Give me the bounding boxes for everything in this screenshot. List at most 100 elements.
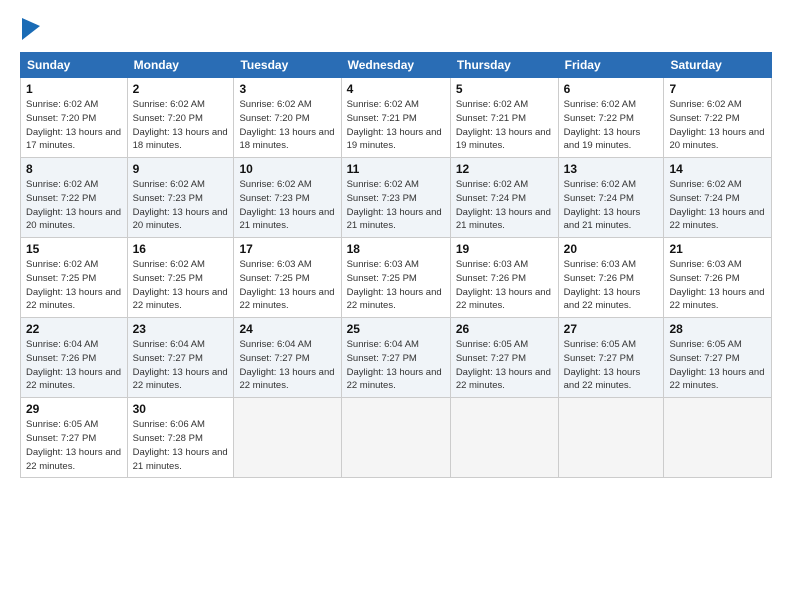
page: SundayMondayTuesdayWednesdayThursdayFrid… (0, 0, 792, 612)
calendar-cell: 15 Sunrise: 6:02 AMSunset: 7:25 PMDayligh… (21, 238, 128, 318)
day-detail: Sunrise: 6:02 AMSunset: 7:23 PMDaylight:… (239, 178, 335, 233)
day-number: 5 (456, 82, 553, 96)
col-header-thursday: Thursday (450, 53, 558, 78)
calendar-cell: 9 Sunrise: 6:02 AMSunset: 7:23 PMDaylight… (127, 158, 234, 238)
day-number: 22 (26, 322, 122, 336)
logo-icon (22, 18, 40, 40)
day-number: 1 (26, 82, 122, 96)
day-detail: Sunrise: 6:02 AMSunset: 7:23 PMDaylight:… (347, 178, 445, 233)
day-detail: Sunrise: 6:02 AMSunset: 7:24 PMDaylight:… (564, 178, 659, 233)
day-number: 10 (239, 162, 335, 176)
day-number: 23 (133, 322, 229, 336)
day-number: 16 (133, 242, 229, 256)
day-detail: Sunrise: 6:03 AMSunset: 7:26 PMDaylight:… (456, 258, 553, 313)
calendar-cell: 11 Sunrise: 6:02 AMSunset: 7:23 PMDayligh… (341, 158, 450, 238)
calendar-cell: 28 Sunrise: 6:05 AMSunset: 7:27 PMDayligh… (664, 318, 772, 398)
day-number: 15 (26, 242, 122, 256)
day-detail: Sunrise: 6:02 AMSunset: 7:25 PMDaylight:… (26, 258, 122, 313)
calendar-cell (234, 398, 341, 478)
week-row-3: 15 Sunrise: 6:02 AMSunset: 7:25 PMDayligh… (21, 238, 772, 318)
calendar-cell: 19 Sunrise: 6:03 AMSunset: 7:26 PMDayligh… (450, 238, 558, 318)
header-row: SundayMondayTuesdayWednesdayThursdayFrid… (21, 53, 772, 78)
day-detail: Sunrise: 6:02 AMSunset: 7:21 PMDaylight:… (456, 98, 553, 153)
day-detail: Sunrise: 6:03 AMSunset: 7:25 PMDaylight:… (347, 258, 445, 313)
day-number: 2 (133, 82, 229, 96)
day-number: 13 (564, 162, 659, 176)
day-detail: Sunrise: 6:05 AMSunset: 7:27 PMDaylight:… (669, 338, 766, 393)
day-detail: Sunrise: 6:02 AMSunset: 7:21 PMDaylight:… (347, 98, 445, 153)
day-detail: Sunrise: 6:02 AMSunset: 7:22 PMDaylight:… (564, 98, 659, 153)
day-detail: Sunrise: 6:02 AMSunset: 7:25 PMDaylight:… (133, 258, 229, 313)
day-number: 28 (669, 322, 766, 336)
day-number: 30 (133, 402, 229, 416)
day-number: 11 (347, 162, 445, 176)
day-number: 27 (564, 322, 659, 336)
calendar-table: SundayMondayTuesdayWednesdayThursdayFrid… (20, 52, 772, 478)
calendar-cell: 18 Sunrise: 6:03 AMSunset: 7:25 PMDayligh… (341, 238, 450, 318)
calendar-cell: 21Sunrise: 6:03 AMSunset: 7:26 PMDayligh… (664, 238, 772, 318)
col-header-sunday: Sunday (21, 53, 128, 78)
calendar-cell (450, 398, 558, 478)
calendar-cell: 13 Sunrise: 6:02 AMSunset: 7:24 PMDayligh… (558, 158, 664, 238)
col-header-monday: Monday (127, 53, 234, 78)
day-detail: Sunrise: 6:05 AMSunset: 7:27 PMDaylight:… (26, 418, 122, 473)
calendar-cell: 12 Sunrise: 6:02 AMSunset: 7:24 PMDayligh… (450, 158, 558, 238)
header (20, 18, 772, 40)
week-row-5: 29 Sunrise: 6:05 AMSunset: 7:27 PMDayligh… (21, 398, 772, 478)
calendar-cell: 7Sunrise: 6:02 AMSunset: 7:22 PMDaylight… (664, 78, 772, 158)
day-detail: Sunrise: 6:02 AMSunset: 7:20 PMDaylight:… (26, 98, 122, 153)
calendar-cell: 24Sunrise: 6:04 AMSunset: 7:27 PMDayligh… (234, 318, 341, 398)
day-detail: Sunrise: 6:02 AMSunset: 7:20 PMDaylight:… (133, 98, 229, 153)
day-number: 9 (133, 162, 229, 176)
day-number: 6 (564, 82, 659, 96)
calendar-cell (664, 398, 772, 478)
calendar-cell: 6 Sunrise: 6:02 AMSunset: 7:22 PMDaylight… (558, 78, 664, 158)
day-detail: Sunrise: 6:02 AMSunset: 7:20 PMDaylight:… (239, 98, 335, 153)
day-detail: Sunrise: 6:02 AMSunset: 7:24 PMDaylight:… (669, 178, 766, 233)
col-header-friday: Friday (558, 53, 664, 78)
calendar-cell: 2 Sunrise: 6:02 AMSunset: 7:20 PMDaylight… (127, 78, 234, 158)
calendar-cell: 25 Sunrise: 6:04 AMSunset: 7:27 PMDayligh… (341, 318, 450, 398)
calendar-cell: 26Sunrise: 6:05 AMSunset: 7:27 PMDayligh… (450, 318, 558, 398)
week-row-1: 1 Sunrise: 6:02 AMSunset: 7:20 PMDaylight… (21, 78, 772, 158)
week-row-4: 22 Sunrise: 6:04 AMSunset: 7:26 PMDayligh… (21, 318, 772, 398)
day-number: 7 (669, 82, 766, 96)
calendar-cell: 3Sunrise: 6:02 AMSunset: 7:20 PMDaylight… (234, 78, 341, 158)
calendar-cell: 17 Sunrise: 6:03 AMSunset: 7:25 PMDayligh… (234, 238, 341, 318)
day-number: 29 (26, 402, 122, 416)
day-number: 18 (347, 242, 445, 256)
day-detail: Sunrise: 6:04 AMSunset: 7:27 PMDaylight:… (347, 338, 445, 393)
calendar-cell (558, 398, 664, 478)
calendar-cell: 30 Sunrise: 6:06 AMSunset: 7:28 PMDayligh… (127, 398, 234, 478)
col-header-wednesday: Wednesday (341, 53, 450, 78)
calendar-cell: 8Sunrise: 6:02 AMSunset: 7:22 PMDaylight… (21, 158, 128, 238)
calendar-cell: 14 Sunrise: 6:02 AMSunset: 7:24 PMDayligh… (664, 158, 772, 238)
logo (20, 18, 40, 40)
day-number: 20 (564, 242, 659, 256)
day-detail: Sunrise: 6:04 AMSunset: 7:27 PMDaylight:… (239, 338, 335, 393)
day-number: 14 (669, 162, 766, 176)
day-number: 17 (239, 242, 335, 256)
calendar-cell: 29 Sunrise: 6:05 AMSunset: 7:27 PMDayligh… (21, 398, 128, 478)
day-detail: Sunrise: 6:03 AMSunset: 7:26 PMDaylight:… (564, 258, 659, 313)
calendar-cell (341, 398, 450, 478)
day-detail: Sunrise: 6:04 AMSunset: 7:26 PMDaylight:… (26, 338, 122, 393)
day-detail: Sunrise: 6:03 AMSunset: 7:26 PMDaylight:… (669, 258, 766, 313)
calendar-cell: 4Sunrise: 6:02 AMSunset: 7:21 PMDaylight… (341, 78, 450, 158)
col-header-saturday: Saturday (664, 53, 772, 78)
day-detail: Sunrise: 6:03 AMSunset: 7:25 PMDaylight:… (239, 258, 335, 313)
day-number: 25 (347, 322, 445, 336)
day-detail: Sunrise: 6:02 AMSunset: 7:24 PMDaylight:… (456, 178, 553, 233)
day-detail: Sunrise: 6:05 AMSunset: 7:27 PMDaylight:… (564, 338, 659, 393)
day-detail: Sunrise: 6:02 AMSunset: 7:23 PMDaylight:… (133, 178, 229, 233)
day-detail: Sunrise: 6:02 AMSunset: 7:22 PMDaylight:… (26, 178, 122, 233)
calendar-cell: 23 Sunrise: 6:04 AMSunset: 7:27 PMDayligh… (127, 318, 234, 398)
day-detail: Sunrise: 6:04 AMSunset: 7:27 PMDaylight:… (133, 338, 229, 393)
day-detail: Sunrise: 6:06 AMSunset: 7:28 PMDaylight:… (133, 418, 229, 473)
day-detail: Sunrise: 6:05 AMSunset: 7:27 PMDaylight:… (456, 338, 553, 393)
week-row-2: 8Sunrise: 6:02 AMSunset: 7:22 PMDaylight… (21, 158, 772, 238)
day-number: 12 (456, 162, 553, 176)
calendar-cell: 5 Sunrise: 6:02 AMSunset: 7:21 PMDaylight… (450, 78, 558, 158)
day-number: 19 (456, 242, 553, 256)
calendar-cell: 27 Sunrise: 6:05 AMSunset: 7:27 PMDayligh… (558, 318, 664, 398)
